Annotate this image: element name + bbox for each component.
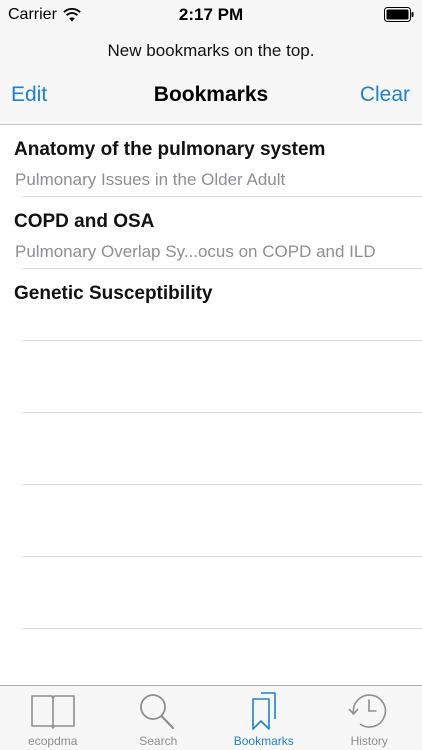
tab-history[interactable]: History [317, 686, 422, 750]
tab-label: Bookmarks [233, 734, 294, 748]
empty-row [0, 413, 422, 485]
empty-row [0, 557, 422, 629]
bookmark-item[interactable]: Anatomy of the pulmonary system Pulmonar… [0, 125, 422, 197]
bookmark-title: Anatomy of the pulmonary system [14, 139, 326, 160]
tab-ecopdma[interactable]: ecopdma [0, 686, 106, 750]
tab-search[interactable]: Search [106, 686, 212, 750]
navigation-bar: Edit Bookmarks Clear [0, 72, 422, 125]
bookmark-item[interactable]: COPD and OSA Pulmonary Overlap Sy...ocus… [0, 197, 422, 269]
status-bar: Carrier 2:17 PM [0, 0, 422, 30]
bookmarks-list: Anatomy of the pulmonary system Pulmonar… [0, 125, 422, 629]
empty-row [0, 341, 422, 413]
tab-label: History [350, 734, 388, 748]
history-icon [348, 694, 387, 728]
battery-icon [384, 7, 414, 22]
tab-bookmarks[interactable]: Bookmarks [211, 686, 317, 750]
bookmark-subtitle: Pulmonary Overlap Sy...ocus on COPD and … [15, 242, 376, 261]
empty-row [0, 485, 422, 557]
clear-button[interactable]: Clear [360, 83, 410, 107]
bookmark-title: Genetic Susceptibility [14, 283, 213, 304]
tab-bar: ecopdma Search Bookmarks History [0, 685, 422, 750]
bookmarks-screen: Carrier 2:17 PM New bookmarks on the top… [0, 0, 422, 750]
status-time: 2:17 PM [178, 5, 244, 24]
bookmark-title: COPD and OSA [14, 211, 155, 232]
bookmark-item[interactable]: Genetic Susceptibility [0, 269, 422, 341]
bookmarks-hint: New bookmarks on the top. [0, 30, 422, 72]
bookmark-subtitle: Pulmonary Issues in the Older Adult [15, 170, 286, 189]
tab-label: Search [139, 734, 178, 748]
bookmarks-icon [251, 692, 276, 730]
book-icon [30, 695, 75, 729]
search-icon [140, 694, 175, 730]
tab-label: ecopdma [28, 734, 78, 748]
page-title: Bookmarks [153, 83, 269, 106]
